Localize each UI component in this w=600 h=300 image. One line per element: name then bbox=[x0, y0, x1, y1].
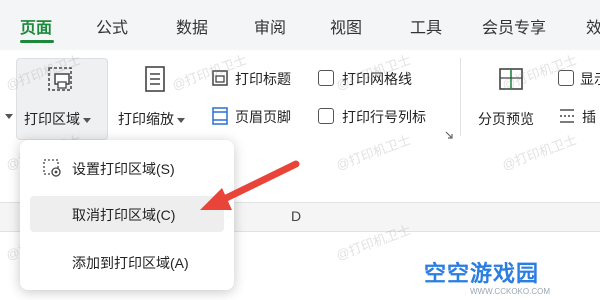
set-print-area-icon bbox=[43, 159, 61, 177]
chevron-down-icon bbox=[83, 117, 91, 123]
tab-member[interactable]: 会员专享 bbox=[482, 14, 546, 38]
chevron-down-icon[interactable] bbox=[5, 114, 13, 119]
tab-overflow[interactable]: 效 bbox=[586, 14, 600, 38]
page-break-preview-icon bbox=[499, 68, 523, 90]
print-row-col-headers-checkbox[interactable]: 打印行号列标 bbox=[318, 104, 448, 128]
ribbon-separator bbox=[460, 58, 461, 136]
show-label: 显示 bbox=[580, 71, 600, 87]
tab-formula[interactable]: 公式 bbox=[96, 14, 128, 38]
menu-item-cancel-print-area[interactable]: 取消打印区域(C) bbox=[30, 196, 224, 232]
menu-item-set-print-area[interactable]: 设置打印区域(S) bbox=[30, 150, 224, 186]
header-footer-button[interactable]: 页眉页脚 bbox=[208, 104, 308, 128]
tab-data[interactable]: 数据 bbox=[176, 14, 208, 38]
ribbon-tab-bar: 页面 公式 数据 审阅 视图 工具 会员专享 效 bbox=[0, 0, 600, 50]
print-title-label: 打印标题 bbox=[235, 71, 291, 87]
header-footer-label: 页眉页脚 bbox=[235, 109, 291, 125]
checkbox-box[interactable] bbox=[318, 70, 334, 86]
print-row-col-headers-label: 打印行号列标 bbox=[342, 109, 426, 125]
logo-text: 空空游戏园 bbox=[424, 261, 540, 286]
header-footer-icon bbox=[212, 107, 228, 125]
insert-label: 插 bbox=[582, 109, 596, 125]
menu-item-label: 取消打印区域(C) bbox=[72, 207, 176, 223]
menu-item-add-to-print-area[interactable]: 添加到打印区域(A) bbox=[30, 244, 224, 280]
menu-item-label: 设置打印区域(S) bbox=[72, 161, 175, 177]
annotation-arrow-icon bbox=[200, 160, 300, 210]
print-gridlines-checkbox[interactable]: 打印网格线 bbox=[318, 66, 438, 90]
insert-page-break-icon bbox=[560, 109, 574, 123]
ribbon-panel: 打印区域 打印缩放 打印标题 页眉页脚 打印网格线 打印行号列标 分页预览 显 … bbox=[0, 50, 600, 143]
print-area-icon bbox=[48, 67, 72, 91]
page-break-preview-button[interactable]: 分页预览 bbox=[472, 58, 552, 138]
tab-page[interactable]: 页面 bbox=[20, 14, 52, 38]
print-title-button[interactable]: 打印标题 bbox=[208, 66, 308, 90]
print-area-label: 打印区域 bbox=[24, 111, 80, 127]
print-area-button[interactable]: 打印区域 bbox=[16, 58, 106, 138]
chevron-down-icon bbox=[177, 117, 185, 123]
active-tab-indicator bbox=[20, 40, 54, 43]
print-scale-label: 打印缩放 bbox=[118, 111, 174, 127]
tab-review[interactable]: 审阅 bbox=[254, 14, 286, 38]
dialog-launcher-icon[interactable] bbox=[444, 130, 454, 140]
insert-button[interactable]: 插 bbox=[556, 104, 600, 128]
checkbox-box[interactable] bbox=[318, 108, 334, 124]
show-checkbox[interactable]: 显示 bbox=[556, 66, 600, 90]
print-title-icon bbox=[212, 70, 228, 86]
logo-url: WWW.CCKOKO.COM bbox=[470, 287, 550, 296]
site-logo: 空空游戏园 WWW.CCKOKO.COM bbox=[424, 256, 594, 296]
checkbox-box[interactable] bbox=[558, 70, 574, 86]
tab-tools[interactable]: 工具 bbox=[410, 14, 442, 38]
print-gridlines-label: 打印网格线 bbox=[342, 71, 412, 87]
menu-item-label: 添加到打印区域(A) bbox=[72, 255, 189, 271]
page-break-preview-label: 分页预览 bbox=[478, 111, 534, 127]
tab-view[interactable]: 视图 bbox=[330, 14, 362, 38]
print-scale-icon bbox=[145, 66, 165, 92]
print-scale-button[interactable]: 打印缩放 bbox=[112, 58, 198, 138]
